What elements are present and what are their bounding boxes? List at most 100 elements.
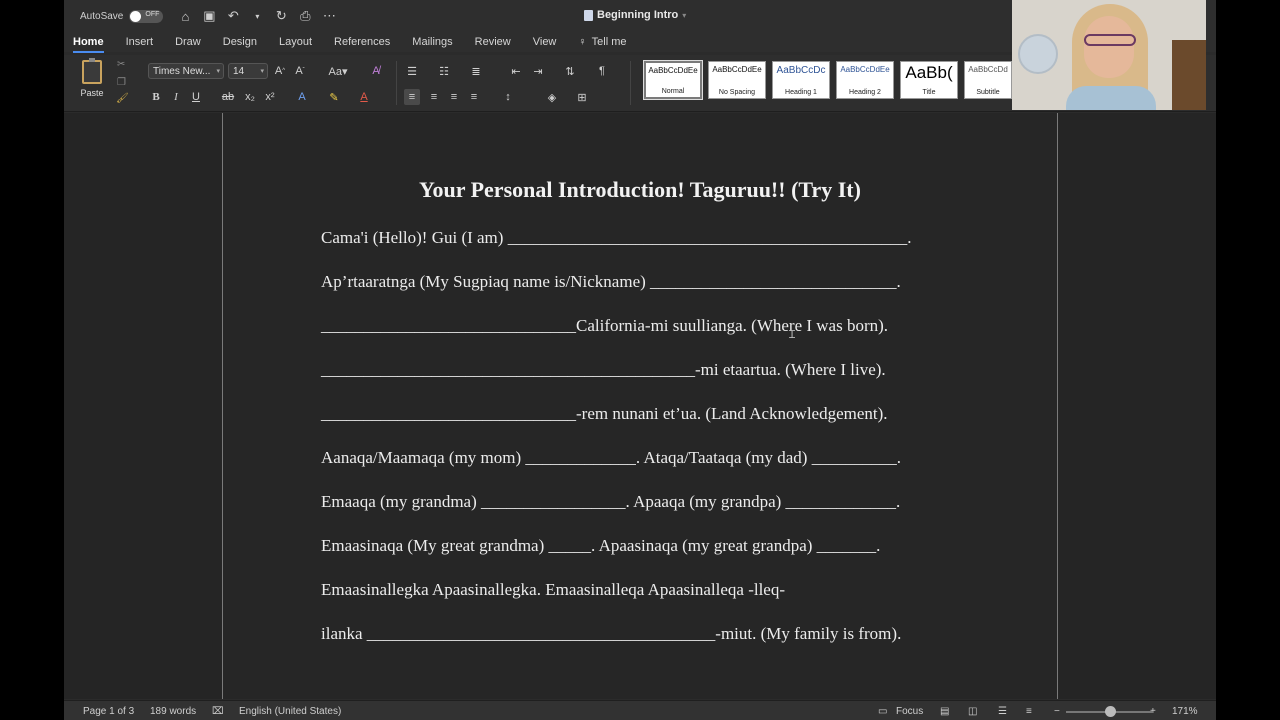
tab-design[interactable]: Design — [223, 36, 257, 48]
change-case-icon[interactable]: Aa▾ — [326, 63, 350, 79]
document-line[interactable]: ______________________________-rem nunan… — [321, 404, 971, 424]
italic-icon[interactable]: I — [168, 89, 184, 105]
document-line[interactable]: Aanaqa/Maamaqa (my mom) _____________. A… — [321, 448, 971, 468]
superscript-icon[interactable]: x² — [262, 89, 278, 105]
save-icon[interactable]: ▣ — [200, 7, 218, 25]
style-name: Normal — [661, 88, 685, 95]
style-subtitle[interactable]: AaBbCcDd Subtitle — [964, 61, 1012, 99]
word-count[interactable]: 189 words — [150, 706, 196, 717]
document-heading: Your Personal Introduction! Taguruu!! (T… — [419, 177, 861, 202]
print-layout-icon[interactable]: ▤ — [940, 706, 949, 717]
font-size-value: 14 — [233, 65, 245, 77]
font-size-select[interactable]: 14 ▾ — [228, 63, 268, 79]
decrease-indent-icon[interactable]: ⇤ — [508, 63, 524, 79]
document-title[interactable]: Beginning Intro ▾ — [584, 9, 686, 21]
tab-insert[interactable]: Insert — [126, 36, 154, 48]
paste-button[interactable]: Paste — [74, 58, 110, 106]
document-line[interactable]: Cama'i (Hello)! Gui (I am) _____________… — [321, 228, 971, 248]
autosave-state: OFF — [145, 10, 160, 18]
shading-icon[interactable]: ◈ — [544, 89, 560, 105]
document-canvas[interactable]: Your Personal Introduction! Taguruu!! (T… — [64, 113, 1216, 699]
zoom-slider-handle[interactable] — [1105, 706, 1116, 717]
tab-references[interactable]: References — [334, 36, 390, 48]
document-line[interactable]: ______________________________California… — [321, 316, 971, 336]
line-spacing-icon[interactable]: ↕ — [500, 89, 516, 105]
font-name-select[interactable]: Times New... ▾ — [148, 63, 224, 79]
tab-review[interactable]: Review — [475, 36, 511, 48]
copy-icon[interactable]: ❐ — [117, 77, 126, 88]
document-page[interactable]: Your Personal Introduction! Taguruu!! (T… — [222, 113, 1058, 699]
strikethrough-icon[interactable]: ab — [220, 89, 236, 105]
focus-icon[interactable]: ▭ — [878, 706, 887, 717]
clear-formatting-icon[interactable]: A̸ — [368, 63, 384, 79]
document-line[interactable]: Emaasinaqa (My great grandma) _____. Apa… — [321, 536, 971, 556]
autosave-toggle[interactable]: OFF — [129, 9, 164, 23]
style-preview: AaBbCcDdEe — [712, 65, 762, 74]
letterbox-left — [0, 0, 64, 720]
sort-icon[interactable]: ⇅ — [562, 63, 578, 79]
subscript-icon[interactable]: x₂ — [242, 89, 258, 105]
document-line[interactable]: Ap’rtaaratnga (My Sugpiaq name is/Nickna… — [321, 272, 971, 292]
format-painter-icon[interactable]: 🖌 — [116, 93, 129, 104]
align-right-icon[interactable]: ≡ — [446, 89, 462, 105]
zoom-out-icon[interactable]: − — [1054, 706, 1060, 717]
print-icon[interactable]: ⎙ — [296, 7, 314, 25]
tab-home[interactable]: Home — [73, 36, 104, 53]
justify-icon[interactable]: ≡ — [466, 89, 482, 105]
font-color-icon[interactable]: A — [356, 89, 372, 105]
style-heading-2[interactable]: AaBbCcDdEe Heading 2 — [836, 61, 894, 99]
page-count[interactable]: Page 1 of 3 — [83, 706, 134, 717]
cut-icon[interactable]: ✂ — [117, 59, 125, 70]
more-icon[interactable]: ⋯ — [320, 7, 338, 25]
tell-me-label: Tell me — [591, 36, 627, 48]
align-center-icon[interactable]: ≡ — [426, 89, 442, 105]
tab-mailings[interactable]: Mailings — [412, 36, 452, 48]
zoom-level[interactable]: 171% — [1172, 706, 1198, 717]
document-line[interactable]: Emaaqa (my grandma) _________________. A… — [321, 492, 971, 512]
redo-icon[interactable]: ↻ — [272, 7, 290, 25]
chevron-down-icon[interactable]: ▾ — [248, 7, 266, 25]
clipboard-icon — [82, 58, 102, 84]
grow-font-icon[interactable]: A ^ — [272, 63, 288, 79]
bullets-icon[interactable]: ☰ — [404, 63, 420, 79]
proofing-icon[interactable]: ⌧ — [212, 706, 224, 717]
shrink-font-icon[interactable]: Aˇ — [292, 63, 308, 79]
divider — [396, 61, 397, 105]
divider — [630, 61, 631, 105]
undo-icon[interactable]: ↶ — [224, 7, 242, 25]
bold-icon[interactable]: B — [148, 89, 164, 105]
highlight-icon[interactable]: ✎ — [326, 89, 342, 105]
document-line[interactable]: ilanka _________________________________… — [321, 624, 971, 644]
numbering-icon[interactable]: ☷ — [436, 63, 452, 79]
document-line[interactable]: ________________________________________… — [321, 360, 971, 380]
multilevel-list-icon[interactable]: ≣ — [468, 63, 484, 79]
web-layout-icon[interactable]: ◫ — [968, 706, 977, 717]
shelf-shape — [1172, 40, 1206, 110]
borders-icon[interactable]: ⊞ — [574, 89, 590, 105]
tab-view[interactable]: View — [533, 36, 557, 48]
style-normal[interactable]: AaBbCcDdEe Normal — [643, 60, 703, 100]
align-left-icon[interactable]: ≡ — [404, 89, 420, 105]
underline-icon[interactable]: U — [188, 89, 204, 105]
style-title[interactable]: AaBb( Title — [900, 61, 958, 99]
tab-draw[interactable]: Draw — [175, 36, 201, 48]
language[interactable]: English (United States) — [239, 706, 341, 717]
text-effects-icon[interactable]: A — [294, 89, 310, 105]
fan-shape — [1018, 34, 1058, 74]
style-preview: AaBbCcDdEe — [648, 66, 698, 75]
zoom-in-icon[interactable]: + — [1150, 706, 1156, 717]
home-icon[interactable]: ⌂ — [176, 7, 194, 25]
focus-label[interactable]: Focus — [896, 706, 923, 717]
style-preview: AaBbCcDc — [776, 65, 826, 76]
draft-icon[interactable]: ≡ — [1026, 706, 1032, 717]
outline-icon[interactable]: ☰ — [998, 706, 1007, 717]
style-heading-1[interactable]: AaBbCcDc Heading 1 — [772, 61, 830, 99]
chevron-down-icon: ▾ — [260, 68, 264, 75]
pilcrow-icon[interactable]: ¶ — [594, 63, 610, 79]
increase-indent-icon[interactable]: ⇥ — [530, 63, 546, 79]
chevron-down-icon: ▾ — [216, 68, 220, 75]
tab-layout[interactable]: Layout — [279, 36, 312, 48]
style-no-spacing[interactable]: AaBbCcDdEe No Spacing — [708, 61, 766, 99]
document-line[interactable]: Emaasinallegka Apaasinallegka. Emaasinal… — [321, 580, 971, 600]
tell-me-search[interactable]: ♀ Tell me — [578, 36, 626, 48]
